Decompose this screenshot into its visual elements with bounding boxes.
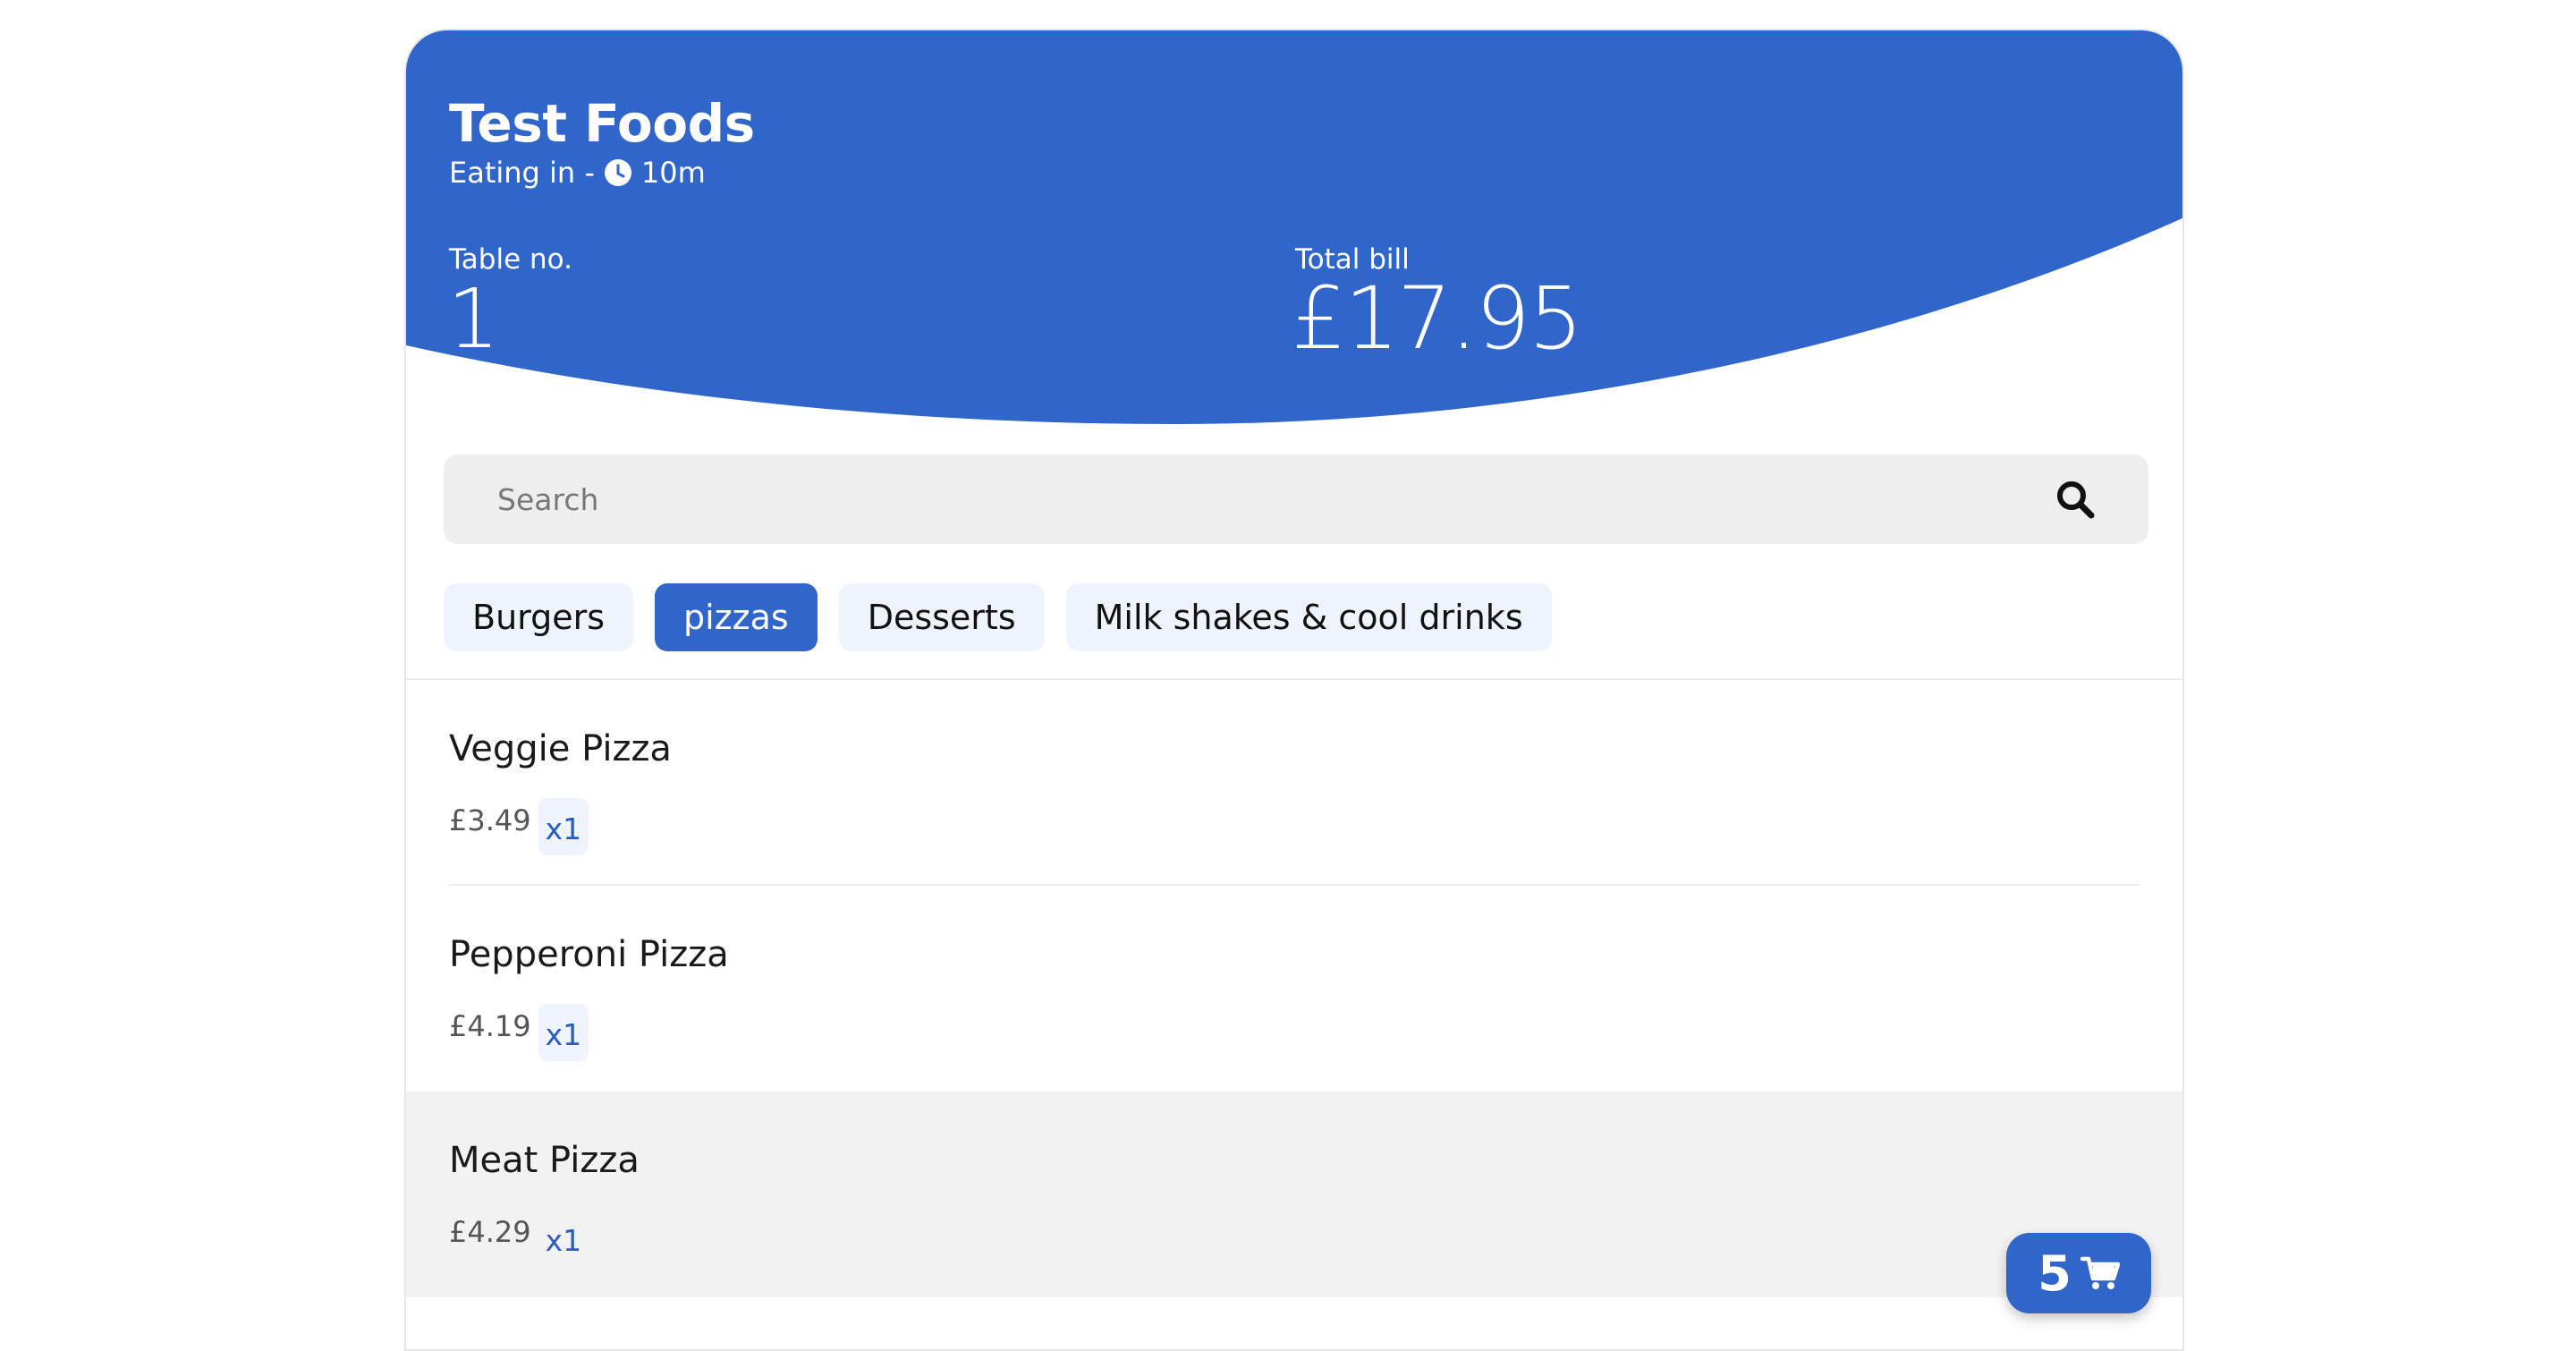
category-tabs: Burgers pizzas Desserts Milk shakes & co…	[444, 583, 1552, 651]
search-bar	[444, 455, 2148, 544]
dining-status: Eating in - 10m	[449, 156, 706, 190]
item-name: Veggie Pizza	[449, 728, 672, 769]
menu-item-pepperoni-pizza[interactable]: Pepperoni Pizza £4.19 x1	[406, 886, 2182, 1092]
item-price-row: £4.19 x1	[449, 991, 589, 1061]
cart-icon	[2080, 1256, 2120, 1289]
dining-mode: Eating in -	[449, 156, 595, 190]
tab-desserts[interactable]: Desserts	[838, 583, 1045, 651]
cart-count: 5	[2038, 1245, 2072, 1302]
item-price-row: £4.29 x1	[449, 1197, 589, 1267]
search-icon[interactable]	[2055, 480, 2095, 519]
item-price: £4.29	[449, 1215, 531, 1249]
item-price: £4.19	[449, 1009, 531, 1043]
table-number: 1	[447, 271, 500, 367]
quantity-badge: x1	[538, 1210, 589, 1267]
cart-button[interactable]: 5	[2006, 1233, 2151, 1313]
wait-time: 10m	[640, 156, 706, 190]
item-price: £3.49	[449, 803, 531, 837]
total-bill-amount: £17.95	[1292, 268, 1583, 369]
header-wave-background	[406, 30, 2182, 424]
menu-list: Veggie Pizza £3.49 x1 Pepperoni Pizza £4…	[406, 680, 2182, 1297]
item-name: Pepperoni Pizza	[449, 934, 729, 975]
quantity-badge: x1	[538, 798, 589, 855]
restaurant-name: Test Foods	[449, 93, 755, 154]
tab-burgers[interactable]: Burgers	[444, 583, 634, 651]
quantity-badge: x1	[538, 1004, 589, 1061]
tab-pizzas[interactable]: pizzas	[655, 583, 818, 651]
item-name: Meat Pizza	[449, 1140, 640, 1181]
item-price-row: £3.49 x1	[449, 786, 589, 855]
search-input[interactable]	[444, 455, 2055, 544]
header: Test Foods Eating in - 10m Table no. 1 T…	[406, 30, 2182, 442]
clock-icon	[604, 159, 631, 186]
menu-item-veggie-pizza[interactable]: Veggie Pizza £3.49 x1	[406, 680, 2182, 886]
app-container: Test Foods Eating in - 10m Table no. 1 T…	[404, 29, 2184, 1351]
tab-milk-shakes-cool-drinks[interactable]: Milk shakes & cool drinks	[1065, 583, 1552, 651]
menu-item-meat-pizza[interactable]: Meat Pizza £4.29 x1	[406, 1092, 2182, 1297]
